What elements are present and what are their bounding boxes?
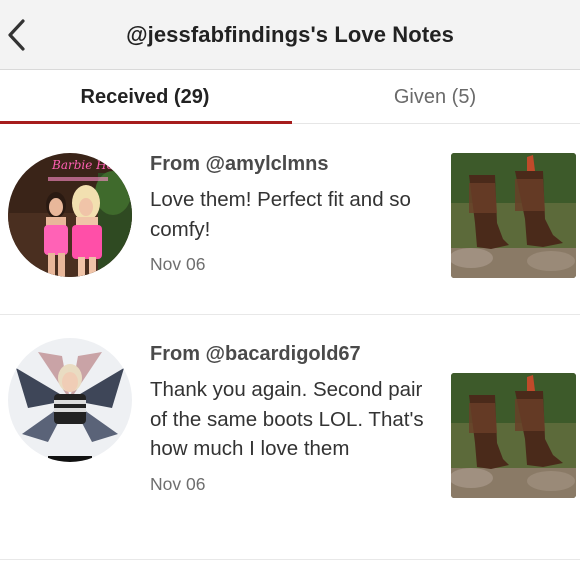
top-bar: @jessfabfindings's Love Notes	[0, 0, 580, 70]
note-message: Thank you again. Second pair of the same…	[150, 378, 424, 460]
product-thumbnail[interactable]	[451, 153, 576, 278]
chevron-left-icon	[8, 19, 25, 51]
note-sender[interactable]: From @amylclmns	[150, 151, 430, 177]
note-date: Nov 06	[150, 473, 206, 494]
love-note-item[interactable]: From @bacardigold67 Thank you again. Sec…	[0, 315, 580, 560]
note-message: Love them! Perfect fit and so comfy!	[150, 188, 411, 241]
page-title: @jessfabfindings's Love Notes	[126, 21, 454, 47]
avatar[interactable]	[8, 338, 132, 462]
back-button[interactable]	[4, 17, 28, 53]
note-date: Nov 06	[150, 254, 206, 274]
neon-sign-text: Barbie Hotel	[51, 158, 130, 172]
tab-given[interactable]: Given (5)	[290, 70, 580, 124]
product-thumbnail[interactable]	[451, 373, 576, 498]
note-sender[interactable]: From @bacardigold67	[150, 341, 430, 367]
tab-received[interactable]: Received (29)	[0, 70, 290, 124]
active-tab-indicator	[0, 121, 292, 124]
avatar[interactable]: Barbie Hotel	[8, 153, 132, 277]
tab-bar: Received (29) Given (5)	[0, 70, 580, 124]
love-note-item[interactable]: Barbie Hotel From @amylclmns Love them! …	[0, 125, 580, 315]
